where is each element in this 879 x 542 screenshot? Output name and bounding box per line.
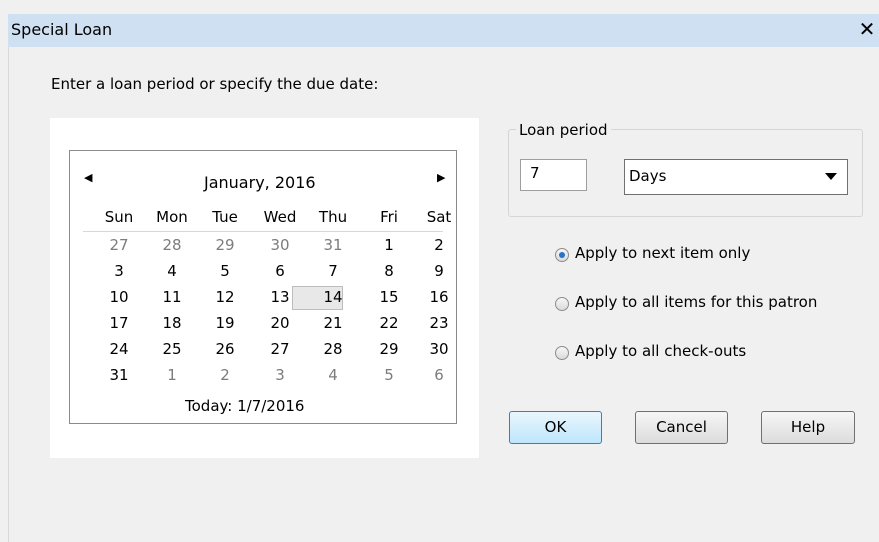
calendar-day[interactable]: 25 xyxy=(157,340,187,358)
calendar-day[interactable]: 17 xyxy=(104,314,134,332)
loan-unit-dropdown[interactable]: Days xyxy=(624,159,848,195)
instruction-text: Enter a loan period or specify the due d… xyxy=(51,75,379,93)
radio-all-items-patron-label[interactable]: Apply to all items for this patron xyxy=(575,293,817,311)
calendar-day[interactable]: 21 xyxy=(318,314,348,332)
calendar-day[interactable]: 30 xyxy=(424,340,454,358)
special-loan-dialog: Special Loan ✕ Enter a loan period or sp… xyxy=(0,0,879,542)
calendar-day[interactable]: 8 xyxy=(374,262,404,280)
radio-all-checkouts-label[interactable]: Apply to all check-outs xyxy=(575,342,746,360)
weekday-sat: Sat xyxy=(426,208,452,226)
calendar-day[interactable]: 7 xyxy=(318,262,348,280)
calendar-day[interactable]: 9 xyxy=(424,262,454,280)
cancel-button[interactable]: Cancel xyxy=(635,411,728,444)
loan-unit-value: Days xyxy=(629,167,667,185)
calendar-day[interactable]: 5 xyxy=(210,262,240,280)
calendar-day[interactable]: 3 xyxy=(265,366,295,384)
calendar-day[interactable]: 16 xyxy=(424,288,454,306)
today-link[interactable]: Today: 1/7/2016 xyxy=(185,397,304,415)
calendar-day[interactable]: 26 xyxy=(210,340,240,358)
calendar-day[interactable]: 29 xyxy=(374,340,404,358)
window-edge xyxy=(8,47,9,542)
calendar-day[interactable]: 29 xyxy=(210,236,240,254)
calendar-day[interactable]: 31 xyxy=(318,236,348,254)
close-icon[interactable]: ✕ xyxy=(856,16,878,42)
calendar-day[interactable]: 4 xyxy=(157,262,187,280)
prev-month-icon[interactable]: ◀ xyxy=(84,171,92,184)
radio-next-item[interactable] xyxy=(555,248,569,262)
next-month-icon[interactable]: ▶ xyxy=(437,171,445,184)
weekday-sun: Sun xyxy=(104,208,134,226)
calendar-day[interactable]: 31 xyxy=(104,366,134,384)
calendar-day[interactable]: 3 xyxy=(104,262,134,280)
calendar-day[interactable]: 24 xyxy=(104,340,134,358)
calendar-day[interactable]: 27 xyxy=(265,340,295,358)
radio-next-item-label[interactable]: Apply to next item only xyxy=(575,244,750,262)
chevron-down-icon[interactable] xyxy=(825,173,837,180)
weekday-tue: Tue xyxy=(212,208,238,226)
calendar-day[interactable]: 15 xyxy=(374,288,404,306)
calendar-day[interactable]: 6 xyxy=(265,262,295,280)
ok-button[interactable]: OK xyxy=(509,411,602,444)
calendar-day[interactable]: 20 xyxy=(265,314,295,332)
calendar-day[interactable]: 19 xyxy=(210,314,240,332)
calendar-day[interactable]: 1 xyxy=(374,236,404,254)
calendar-day[interactable]: 2 xyxy=(424,236,454,254)
help-button[interactable]: Help xyxy=(761,411,855,444)
loan-period-input[interactable]: 7 xyxy=(520,159,587,191)
calendar-day[interactable]: 27 xyxy=(104,236,134,254)
calendar-month-label[interactable]: January, 2016 xyxy=(204,173,316,192)
loan-period-label: Loan period xyxy=(516,121,611,139)
calendar-day[interactable]: 28 xyxy=(157,236,187,254)
calendar-day[interactable]: 11 xyxy=(157,288,187,306)
weekday-thu: Thu xyxy=(318,208,348,226)
calendar-day[interactable]: 13 xyxy=(265,288,295,306)
radio-all-checkouts[interactable] xyxy=(555,346,569,360)
calendar-day[interactable]: 1 xyxy=(157,366,187,384)
weekday-mon: Mon xyxy=(156,208,188,226)
calendar-day[interactable]: 14 xyxy=(318,288,348,306)
calendar-day[interactable]: 10 xyxy=(104,288,134,306)
weekday-divider xyxy=(83,231,443,232)
radio-all-items-patron[interactable] xyxy=(555,297,569,311)
calendar-day[interactable]: 18 xyxy=(157,314,187,332)
calendar-day[interactable]: 22 xyxy=(374,314,404,332)
weekday-fri: Fri xyxy=(380,208,398,226)
calendar-day[interactable]: 5 xyxy=(374,366,404,384)
calendar-day[interactable]: 6 xyxy=(424,366,454,384)
calendar-day[interactable]: 23 xyxy=(424,314,454,332)
dialog-title: Special Loan xyxy=(11,20,113,39)
calendar-day[interactable]: 28 xyxy=(318,340,348,358)
calendar-day[interactable]: 30 xyxy=(265,236,295,254)
weekday-wed: Wed xyxy=(263,208,297,226)
title-bar: Special Loan ✕ xyxy=(8,14,879,47)
calendar-day[interactable]: 12 xyxy=(210,288,240,306)
calendar-day[interactable]: 4 xyxy=(318,366,348,384)
calendar-day[interactable]: 2 xyxy=(210,366,240,384)
